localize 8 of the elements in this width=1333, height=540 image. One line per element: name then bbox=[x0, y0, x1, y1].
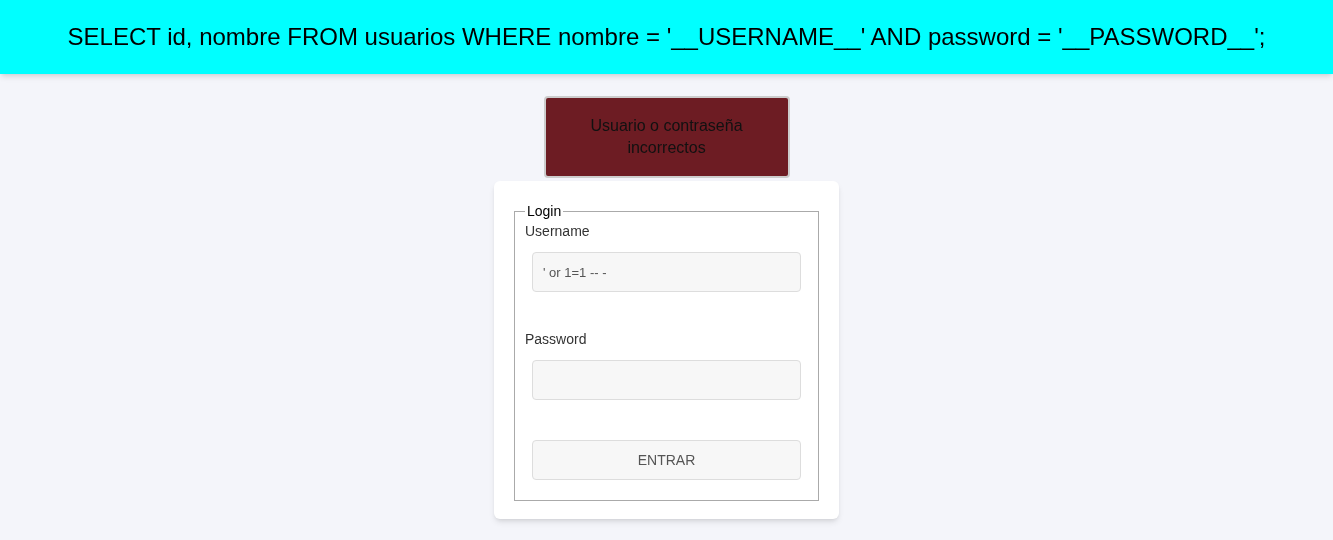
fieldset-legend: Login bbox=[525, 201, 564, 222]
error-alert: Usuario o contraseña incorrectos bbox=[543, 96, 790, 178]
input-field[interactable]: ' or 1=1 -- - bbox=[532, 252, 801, 292]
input-field[interactable] bbox=[532, 360, 801, 400]
submit-button[interactable]: ENTRAR bbox=[532, 440, 801, 480]
field-label: Password bbox=[525, 330, 588, 348]
query-banner: SELECT id, nombre FROM usuarios WHERE nombre = '__USERNAME__' AND password = '__PASSWORD__'; bbox=[0, 0, 1333, 74]
field-label: Username bbox=[525, 222, 591, 240]
